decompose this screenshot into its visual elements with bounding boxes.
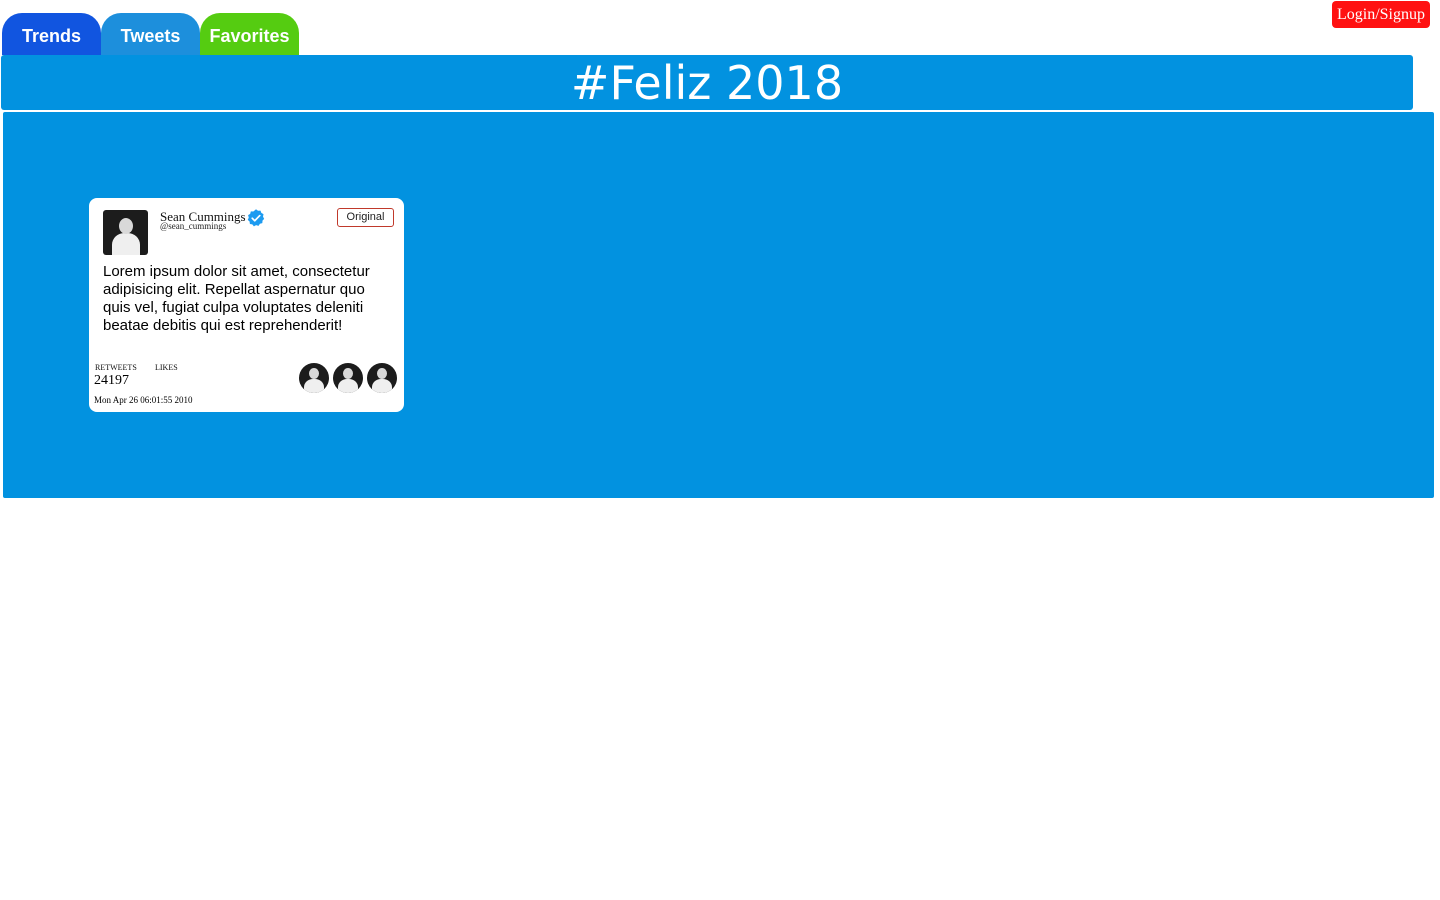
liker-avatar[interactable] — [333, 363, 363, 393]
liker-person-body — [338, 379, 358, 393]
avatar-person-head — [118, 218, 133, 234]
nav-tabs: Trends Tweets Favorites — [2, 13, 302, 55]
trend-title: #Feliz 2018 — [570, 56, 844, 110]
login-signup-button[interactable]: Login/Signup — [1332, 1, 1430, 28]
liker-person-head — [377, 368, 387, 379]
tab-favorites[interactable]: Favorites — [200, 13, 299, 55]
avatar-person-body — [111, 233, 140, 255]
liker-person-body — [372, 379, 392, 393]
retweets-label: RETWEETS — [95, 363, 137, 372]
liker-person-head — [343, 368, 353, 379]
user-avatar[interactable] — [103, 210, 148, 255]
tab-trends[interactable]: Trends — [2, 13, 101, 55]
liker-person-body — [304, 379, 324, 393]
verified-badge-shape — [247, 209, 265, 227]
retweets-count: 24197 — [94, 373, 129, 388]
tweet-card: Sean Cummings @sean_cummings Original Lo… — [89, 198, 404, 412]
liker-person-head — [309, 368, 319, 379]
tab-tweets[interactable]: Tweets — [101, 13, 200, 55]
user-handle[interactable]: @sean_cummings — [160, 221, 226, 231]
liker-avatar[interactable] — [367, 363, 397, 393]
tweet-date: Mon Apr 26 06:01:55 2010 — [94, 395, 193, 405]
original-badge[interactable]: Original — [337, 208, 394, 227]
tweet-text: Lorem ipsum dolor sit amet, consectetur … — [103, 263, 370, 334]
verified-badge-icon — [247, 209, 265, 227]
liker-avatar[interactable] — [299, 363, 329, 393]
likes-label: LIKES — [155, 363, 178, 372]
trend-title-bar: #Feliz 2018 — [1, 55, 1413, 110]
